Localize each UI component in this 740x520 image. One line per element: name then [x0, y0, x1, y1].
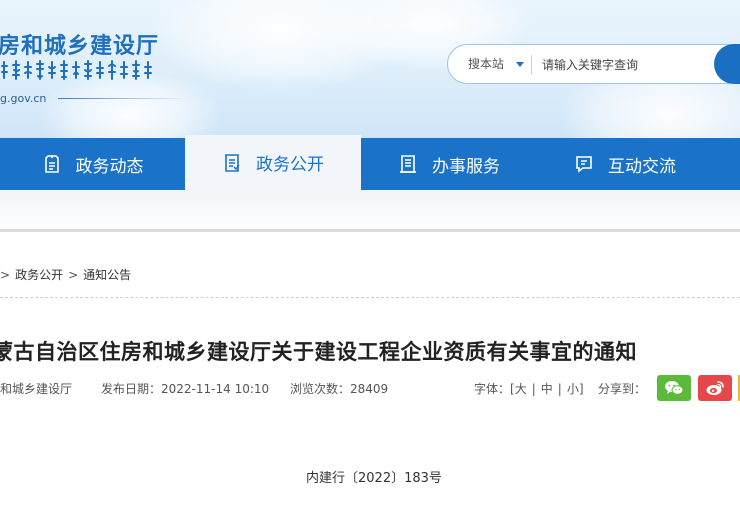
nav-item-interaction[interactable]: 互动交流 — [537, 138, 713, 190]
breadcrumb-notices[interactable]: 通知公告 — [83, 268, 131, 282]
breadcrumb-separator: > — [0, 268, 11, 282]
nav-item-label: 政务动态 — [75, 156, 144, 177]
service-icon — [400, 155, 416, 173]
nav-shadow — [0, 190, 740, 232]
site-domain: g.gov.cn — [0, 92, 47, 105]
share-weibo-button[interactable] — [698, 375, 732, 401]
views-count: 28409 — [350, 382, 389, 396]
nav-item-label: 政务公开 — [256, 155, 324, 175]
chevron-down-icon[interactable] — [516, 62, 524, 67]
mongolian-script-logo — [1, 60, 152, 80]
domain-underline — [58, 98, 188, 99]
search-button[interactable] — [714, 44, 740, 84]
font-size-sep: | — [557, 382, 562, 396]
article-source: 和城乡建设厅 — [0, 382, 73, 396]
document-number: 内建行〔2022〕183号 — [306, 471, 442, 486]
font-size-close: ] — [578, 382, 584, 396]
wechat-icon — [665, 381, 684, 395]
document-icon — [44, 155, 59, 173]
font-size-large[interactable]: 大 — [515, 382, 527, 396]
article-views: 浏览次数：28409 — [290, 380, 388, 397]
breadcrumb: > 政务公开 > 通知公告 — [0, 266, 131, 283]
publish-label: 发布日期： — [101, 382, 162, 396]
search-box: 搜本站 — [447, 44, 740, 84]
article-title: 蒙古自治区住房和城乡建设厅关于建设工程企业资质有关事宜的通知 — [0, 340, 637, 364]
main-nav: 政务动态 政务公开 办事服务 互动交流 — [0, 135, 740, 190]
share-label: 分享到： — [598, 382, 647, 396]
breadcrumb-divider — [0, 297, 740, 298]
article-publish-date: 发布日期：2022-11-14 10:10 — [101, 380, 269, 397]
search-divider — [531, 55, 532, 75]
site-name[interactable]: 房和城乡建设厅 — [0, 28, 159, 60]
views-label: 浏览次数： — [290, 382, 351, 396]
share-wechat-button[interactable] — [657, 375, 691, 401]
font-size-switcher: 字体：[大 | 中 | 小] — [474, 380, 584, 397]
weibo-icon — [706, 381, 724, 395]
header-banner: 房和城乡建设厅 g.gov.cn 搜本站 — [0, 0, 740, 138]
search-input[interactable] — [540, 54, 714, 76]
nav-item-services[interactable]: 办事服务 — [361, 138, 537, 190]
nav-item-label: 互动交流 — [608, 156, 676, 177]
nav-item-label: 办事服务 — [432, 156, 500, 177]
breadcrumb-gov-open[interactable]: 政务公开 — [15, 268, 63, 282]
nav-item-gov-open[interactable]: 政务公开 — [185, 135, 361, 190]
font-size-label: 字体：[ — [474, 382, 515, 396]
content-top-rule — [0, 229, 740, 232]
font-size-small[interactable]: 小 — [567, 382, 579, 396]
font-size-medium[interactable]: 中 — [541, 382, 553, 396]
breadcrumb-separator: > — [68, 268, 79, 282]
publish-date-value: 2022-11-14 10:10 — [161, 382, 270, 396]
search-scope-select[interactable]: 搜本站 — [468, 45, 504, 83]
nav-item-gov-news[interactable]: 政务动态 — [0, 138, 185, 190]
chat-icon — [576, 156, 592, 173]
font-size-sep: | — [531, 382, 536, 396]
list-doc-icon — [225, 153, 240, 172]
